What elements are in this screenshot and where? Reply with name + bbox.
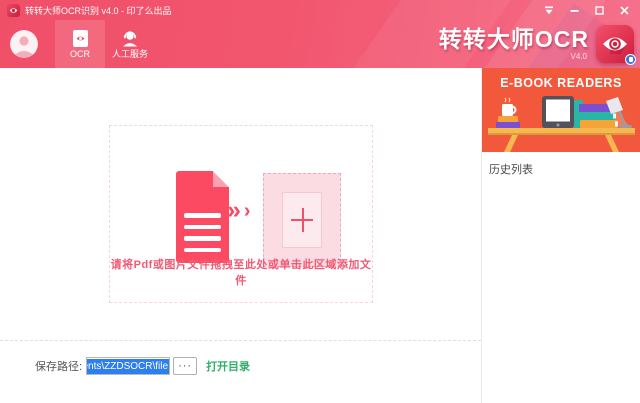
close-button[interactable] [615, 3, 633, 17]
close-icon [619, 5, 629, 15]
save-path-label: 保存路径: [35, 361, 83, 373]
titlebar: 转转大师OCR识别 v4.0 - 印了么出品 [0, 0, 640, 20]
double-chevron-icon: » [227, 196, 241, 224]
main-header: OCR 人工服务 转转大师OCR V4.0 [0, 20, 640, 68]
customer-service-icon [123, 30, 137, 46]
user-icon [10, 30, 38, 58]
tab-manual-service[interactable]: 人工服务 [105, 20, 155, 68]
browse-button[interactable]: ··· [173, 357, 198, 375]
logo-title: 转转大师OCR [438, 25, 589, 52]
app-header-area: 转转大师OCR识别 v4.0 - 印了么出品 OCR 人工服务 转转大师OCR … [0, 0, 640, 68]
hint-prefix: 请将 [110, 259, 134, 271]
content-row: » › 请将Pdf或图片文件拖拽至此处或单击此区域添加文件 保存路径: - [0, 68, 640, 403]
tab-ocr[interactable]: OCR [55, 20, 105, 68]
banner-title: E-BOOK READERS [500, 76, 622, 90]
save-path-input[interactable]: -4\Documents\ZZDSOCR\file [86, 357, 171, 375]
avatar[interactable] [10, 30, 38, 58]
window-controls [540, 3, 633, 17]
file-badge-icon [625, 54, 636, 65]
minimize-button[interactable] [565, 3, 583, 17]
doc-line [184, 213, 221, 218]
logo-app-icon [596, 25, 636, 65]
maximize-button[interactable] [590, 3, 608, 17]
history-list-label: 历史列表 [489, 164, 533, 176]
sidebar: E-BOOK READERS 历史列表 [481, 68, 640, 403]
pdf-file-icon [176, 171, 229, 263]
tab-ocr-label: OCR [70, 48, 90, 59]
open-directory-link[interactable]: 打开目录 [206, 358, 250, 374]
menu-button[interactable] [540, 3, 558, 17]
document-text-lines [184, 213, 221, 252]
maximize-icon [594, 5, 604, 15]
doc-line [184, 236, 221, 241]
eye-icon [603, 37, 627, 54]
hint-suffix: 或图片文件拖拽至此处或单击此区域添加文件 [152, 259, 372, 287]
logo-version: V4.0 [570, 51, 587, 61]
window-title: 转转大师OCR识别 v4.0 - 印了么出品 [25, 5, 172, 16]
tab-manual-service-label: 人工服务 [111, 48, 148, 59]
ebook-banner[interactable]: E-BOOK READERS [482, 68, 640, 152]
add-file-target[interactable] [263, 173, 341, 267]
logo: 转转大师OCR V4.0 [438, 20, 636, 68]
plus-vertical-bar [302, 208, 304, 232]
divider [0, 340, 481, 341]
app-window: 转转大师OCR识别 v4.0 - 印了么出品 OCR 人工服务 转转大师OCR … [0, 0, 640, 403]
page-fold [213, 171, 229, 187]
ocr-document-icon [72, 29, 88, 47]
transfer-arrows: » › [227, 198, 251, 223]
save-path-bar: 保存路径: -4\Documents\ZZDSOCR\file ··· 打开目录 [0, 356, 481, 376]
single-chevron-icon: › [243, 200, 251, 222]
doc-line [184, 224, 221, 229]
minimize-icon [570, 9, 578, 12]
dropzone-hint: 请将Pdf或图片文件拖拽至此处或单击此区域添加文件 [110, 256, 372, 288]
main-area: » › 请将Pdf或图片文件拖拽至此处或单击此区域添加文件 保存路径: - [0, 68, 481, 403]
save-path-value: -4\Documents\ZZDSOCR\file [87, 358, 170, 374]
file-dropzone[interactable]: » › 请将Pdf或图片文件拖拽至此处或单击此区域添加文件 [109, 125, 373, 303]
hint-bold: Pdf [133, 259, 153, 271]
dropdown-menu-icon [545, 6, 553, 14]
plus-icon [282, 192, 322, 248]
eye-icon [9, 7, 18, 13]
app-icon [7, 3, 20, 17]
doc-line [184, 247, 221, 252]
logo-text: 转转大师OCR V4.0 [438, 25, 589, 61]
